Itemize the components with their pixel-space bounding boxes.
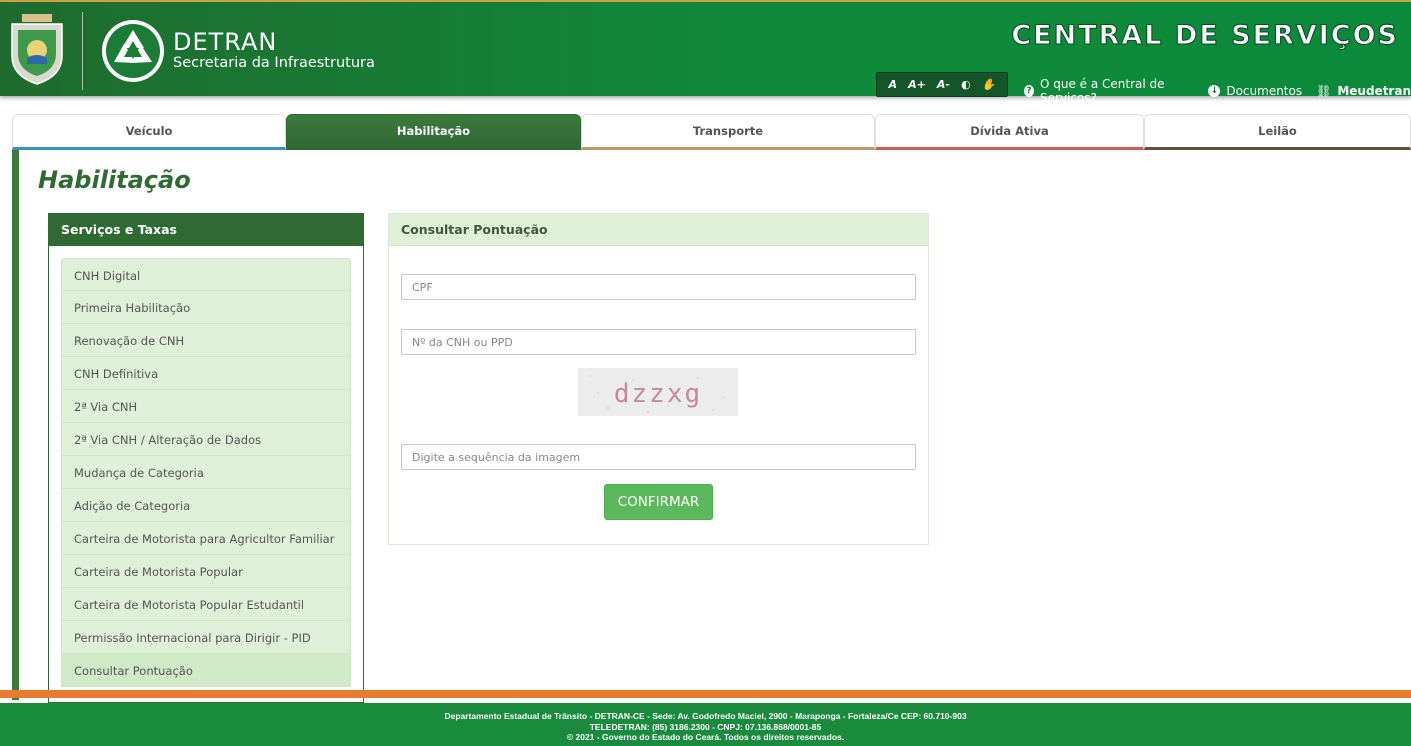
captcha-text: dzzxg <box>614 379 702 409</box>
header-links: ? O que é a Central de Serviços? ↓ Docum… <box>1024 77 1411 105</box>
footer-copyright: © 2021 - Governo do Estado do Ceará. Tod… <box>566 732 845 742</box>
service-item[interactable]: Adição de Categoria <box>61 489 351 522</box>
service-item[interactable]: 2ª Via CNH / Alteração de Dados <box>61 423 351 456</box>
service-item[interactable]: CNH Digital <box>61 258 351 291</box>
service-item[interactable]: Carteira de Motorista Popular <box>61 555 351 588</box>
font-increase-button[interactable]: A+ <box>908 78 926 91</box>
brand-name: DETRAN <box>173 28 278 56</box>
documents-link[interactable]: ↓ Documentos <box>1208 84 1302 98</box>
meudetran-link-label: Meudetran <box>1337 84 1411 98</box>
detran-logo-icon <box>102 20 164 82</box>
footer-accent-line <box>0 690 1411 698</box>
services-panel-title: Serviços e Taxas <box>49 214 363 246</box>
contrast-icon[interactable]: ◐ <box>961 78 971 91</box>
brand-subtitle: Secretaria da Infraestrutura <box>173 55 375 71</box>
accessibility-toolbar: A A+ A- ◐ ✋ <box>876 72 1008 97</box>
central-title: CENTRAL DE SERVIÇOS <box>1011 20 1399 52</box>
font-decrease-button[interactable]: A- <box>937 78 950 91</box>
services-list: CNH Digital Primeira Habilitação Renovaç… <box>61 258 351 687</box>
ceara-crest-icon <box>11 14 63 85</box>
service-item[interactable]: Carteira de Motorista para Agricultor Fa… <box>61 522 351 555</box>
service-item[interactable]: Permissão Internacional para Dirigir - P… <box>61 621 351 654</box>
service-item[interactable]: Renovação de CNH <box>61 324 351 357</box>
header-divider <box>82 12 83 90</box>
link-icon: ⛓ <box>1316 84 1332 98</box>
tab-habilitacao[interactable]: Habilitação <box>286 114 581 150</box>
captcha-image: dzzxg <box>578 368 738 416</box>
consult-form-panel: Consultar Pontuação dzzxg CONFIRMAR <box>388 213 929 545</box>
form-title: Consultar Pontuação <box>389 214 928 246</box>
page-title: Habilitação <box>38 166 191 194</box>
section-accent-bar <box>12 150 19 700</box>
site-footer: Departamento Estadual de Trânsito - DETR… <box>0 703 1411 746</box>
tab-leilao[interactable]: Leilão <box>1144 114 1411 150</box>
service-item[interactable]: CNH Definitiva <box>61 357 351 390</box>
service-item[interactable]: 2ª Via CNH <box>61 390 351 423</box>
confirm-button[interactable]: CONFIRMAR <box>604 484 713 520</box>
cpf-input[interactable] <box>401 274 916 300</box>
service-item[interactable]: Mudança de Categoria <box>61 456 351 489</box>
service-item[interactable]: Primeira Habilitação <box>61 291 351 324</box>
footer-address: Departamento Estadual de Trânsito - DETR… <box>444 711 967 721</box>
about-link[interactable]: ? O que é a Central de Serviços? <box>1024 77 1194 105</box>
footer-contact: TELEDETRAN: (85) 3186.2300 - CNPJ: 07.13… <box>589 721 822 732</box>
service-item[interactable]: Carteira de Motorista Popular Estudantil <box>61 588 351 621</box>
cnh-input[interactable] <box>401 329 916 355</box>
site-header: DETRAN Secretaria da Infraestrutura CENT… <box>0 0 1411 105</box>
download-icon: ↓ <box>1208 85 1221 97</box>
documents-link-label: Documentos <box>1226 84 1303 98</box>
tab-transporte[interactable]: Transporte <box>581 114 875 150</box>
about-link-label: O que é a Central de Serviços? <box>1040 77 1165 105</box>
font-normal-button[interactable]: A <box>889 78 898 91</box>
service-item-active[interactable]: Consultar Pontuação <box>61 654 351 687</box>
sign-language-icon[interactable]: ✋ <box>982 78 996 91</box>
tab-divida-ativa[interactable]: Dívida Ativa <box>875 114 1144 150</box>
tab-veiculo[interactable]: Veículo <box>12 114 286 150</box>
meudetran-link[interactable]: ⛓ Meudetran <box>1316 84 1411 98</box>
services-panel: Serviços e Taxas CNH Digital Primeira Ha… <box>48 213 364 703</box>
category-tabs: Veículo Habilitação Transporte Dívida At… <box>12 114 1411 150</box>
captcha-input[interactable] <box>401 444 916 470</box>
question-icon: ? <box>1024 85 1034 97</box>
